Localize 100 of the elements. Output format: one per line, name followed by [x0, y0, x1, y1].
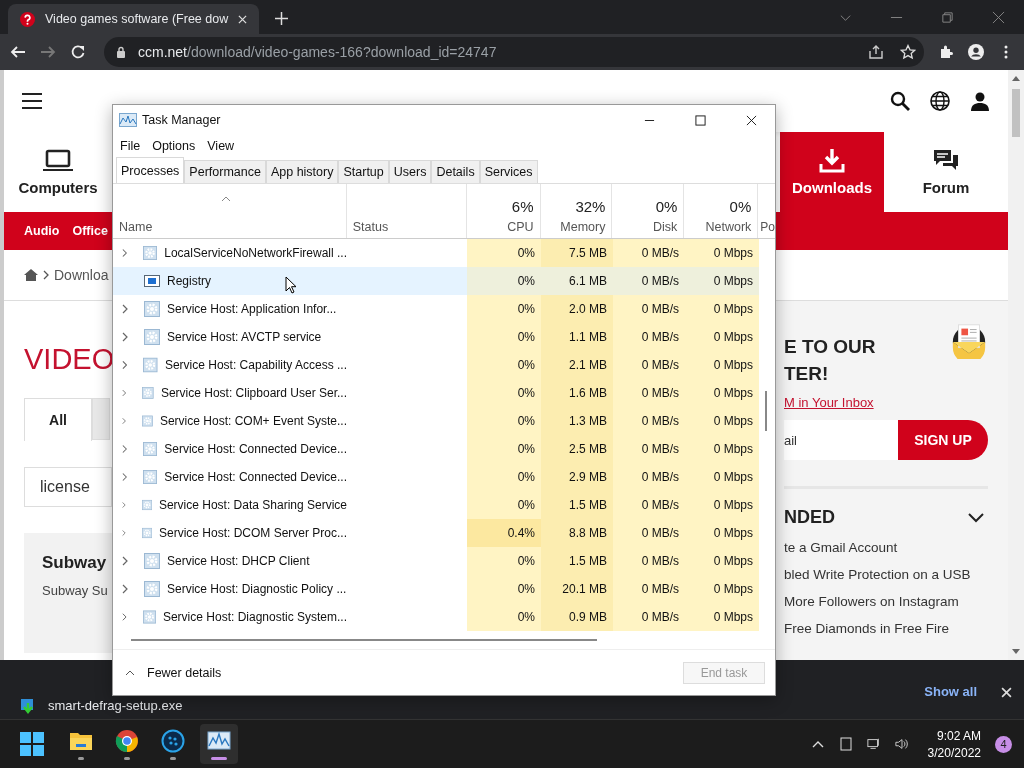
chevron-right-icon[interactable] [122, 612, 127, 622]
close-icon[interactable] [746, 114, 757, 126]
column-header[interactable]: 0% Disk [612, 184, 685, 238]
disk-cell: 0 MB/s [613, 435, 685, 463]
window-icon [144, 273, 160, 289]
network-icon[interactable] [866, 737, 881, 751]
process-row[interactable]: Service Host: Application Infor... 0% 2.0 MB 0 MB/s 0 Mbps [113, 295, 759, 323]
chevron-up-icon[interactable] [125, 669, 135, 676]
chevron-right-icon[interactable] [122, 556, 128, 566]
process-row[interactable]: Registry 0% 6.1 MB 0 MB/s 0 Mbps [113, 267, 759, 295]
newsletter-link[interactable]: M in Your Inbox [784, 395, 988, 410]
menu-item[interactable]: File [120, 139, 141, 153]
gear-icon [142, 385, 154, 401]
article-link[interactable]: Free Diamonds in Free Fire [784, 621, 988, 636]
column-header[interactable]: Name [113, 184, 347, 238]
forward-icon[interactable] [40, 44, 56, 60]
chevron-right-icon[interactable] [122, 528, 126, 538]
maximize-icon[interactable] [695, 114, 706, 126]
menu-item[interactable]: View [207, 139, 235, 153]
scrollbar[interactable] [1008, 70, 1024, 660]
restore-icon[interactable] [941, 11, 954, 24]
user-icon[interactable] [970, 91, 990, 111]
chevron-right-icon[interactable] [122, 500, 126, 510]
tab[interactable]: Services [479, 160, 538, 183]
column-header[interactable]: Status [346, 184, 467, 238]
tab[interactable]: Details [431, 160, 480, 183]
process-row[interactable]: Service Host: AVCTP service 0% 1.1 MB 0 MB/s 0 Mbps [113, 323, 759, 351]
column-header[interactable]: Po [758, 184, 775, 238]
show-all-link[interactable]: Show all [924, 684, 977, 699]
back-icon[interactable] [10, 44, 26, 60]
chevron-right-icon[interactable] [122, 444, 128, 454]
filter-tab[interactable]: All [24, 398, 92, 441]
tab[interactable]: Processes [116, 157, 185, 183]
column-header[interactable]: 6% CPU [466, 184, 541, 238]
process-row[interactable]: Service Host: DHCP Client 0% 1.5 MB 0 MB/s 0 Mbps [113, 547, 759, 575]
process-row[interactable]: Service Host: Data Sharing Service 0% 1.5 MB 0 MB/s 0 Mbps [113, 491, 759, 519]
process-row[interactable]: Service Host: Diagnostic System... 0% 0.9 MB 0 MB/s 0 Mbps [113, 603, 759, 631]
chevron-right-icon[interactable] [122, 360, 128, 370]
process-name: Service Host: DCOM Server Proc... [158, 526, 347, 540]
scroll-up-icon[interactable] [1012, 75, 1020, 81]
tab[interactable]: Startup [338, 160, 389, 183]
email-field[interactable]: ail [784, 420, 898, 460]
search-icon[interactable] [890, 91, 910, 111]
chevron-right-icon[interactable] [122, 332, 128, 342]
process-row[interactable]: Service Host: DCOM Server Proc... 0.4% 8.8 MB 0 MB/s 0 Mbps [113, 519, 759, 547]
cpu-cell: 0% [467, 463, 541, 491]
memory-cell: 2.1 MB [541, 351, 613, 379]
reload-icon[interactable] [70, 44, 86, 60]
menu-item[interactable]: Options [152, 139, 196, 153]
process-row[interactable]: Service Host: Connected Device... 0% 2.5 MB 0 MB/s 0 Mbps [113, 435, 759, 463]
scroll-thumb[interactable] [1012, 89, 1020, 137]
category-link[interactable]: Office [72, 224, 108, 238]
browser-tab[interactable]: Video games software (Free dow [8, 4, 260, 34]
nav-tab[interactable]: Downloads [780, 132, 884, 212]
volume-icon[interactable] [894, 737, 909, 751]
chevron-right-icon[interactable] [122, 248, 128, 258]
column-header[interactable]: 32% Memory [540, 184, 613, 238]
process-row[interactable]: Service Host: Diagnostic Policy ... 0% 20.1 MB 0 MB/s 0 Mbps [113, 575, 759, 603]
process-row[interactable]: Service Host: COM+ Event Syste... 0% 1.3 MB 0 MB/s 0 Mbps [113, 407, 759, 435]
chevron-right-icon[interactable] [122, 472, 128, 482]
taskbar-app[interactable] [200, 724, 238, 764]
scroll-down-icon[interactable] [1012, 649, 1020, 655]
search-field[interactable]: license [24, 467, 112, 507]
notification-badge[interactable]: 4 [995, 735, 1012, 753]
category-link[interactable]: Audio [24, 224, 60, 238]
chevron-down-icon[interactable] [968, 512, 984, 523]
chevron-right-icon[interactable] [122, 304, 128, 314]
disk-cell: 0 MB/s [613, 351, 685, 379]
share-icon[interactable] [868, 44, 884, 60]
puzzle-icon[interactable] [938, 44, 954, 60]
software-card[interactable]: Subway Subway Su [24, 533, 112, 653]
globe-icon[interactable] [930, 91, 950, 111]
article-link[interactable]: te a Gmail Account [784, 540, 988, 555]
tablet-icon[interactable] [838, 737, 853, 751]
column-header[interactable]: 0% Network [684, 184, 759, 238]
profile-icon[interactable] [968, 44, 984, 60]
start-icon[interactable] [20, 732, 44, 756]
article-link[interactable]: bled Write Protection on a USB [784, 567, 988, 582]
new-tab-icon[interactable] [275, 12, 289, 25]
chevron-right-icon[interactable] [122, 584, 128, 594]
process-row[interactable]: LocalServiceNoNetworkFirewall ... 0% 7.5 MB 0 MB/s 0 Mbps [113, 239, 759, 267]
home-icon[interactable] [24, 269, 38, 281]
clock-time[interactable]: 9:02 AM [936, 728, 981, 743]
process-row[interactable]: Service Host: Clipboard User Ser... 0% 1.6 MB 0 MB/s 0 Mbps [113, 379, 759, 407]
process-row[interactable]: Service Host: Connected Device... 0% 2.9 MB 0 MB/s 0 Mbps [113, 463, 759, 491]
tab[interactable]: Users [388, 160, 432, 183]
article-link[interactable]: More Followers on Instagram [784, 594, 988, 609]
sign-up-button[interactable]: SIGN UP [898, 420, 988, 460]
tab[interactable]: Performance [184, 160, 266, 183]
process-row[interactable]: Service Host: Capability Access ... 0% 2.1 MB 0 MB/s 0 Mbps [113, 351, 759, 379]
fewer-details-link[interactable]: Fewer details [147, 665, 222, 680]
memory-cell: 1.1 MB [541, 323, 613, 351]
tab[interactable]: App history [265, 160, 339, 183]
download-item[interactable]: smart-defrag-setup.exe [48, 698, 183, 713]
breadcrumb-link[interactable]: Downloa [54, 267, 109, 283]
clock-date[interactable]: 3/20/2022 [927, 745, 981, 760]
star-icon[interactable] [900, 44, 916, 60]
lock-icon[interactable] [116, 46, 126, 58]
address-bar[interactable]: ccm.net/download/video-games-166?download_id=24747 [104, 37, 924, 67]
menu-icon[interactable] [22, 93, 42, 109]
